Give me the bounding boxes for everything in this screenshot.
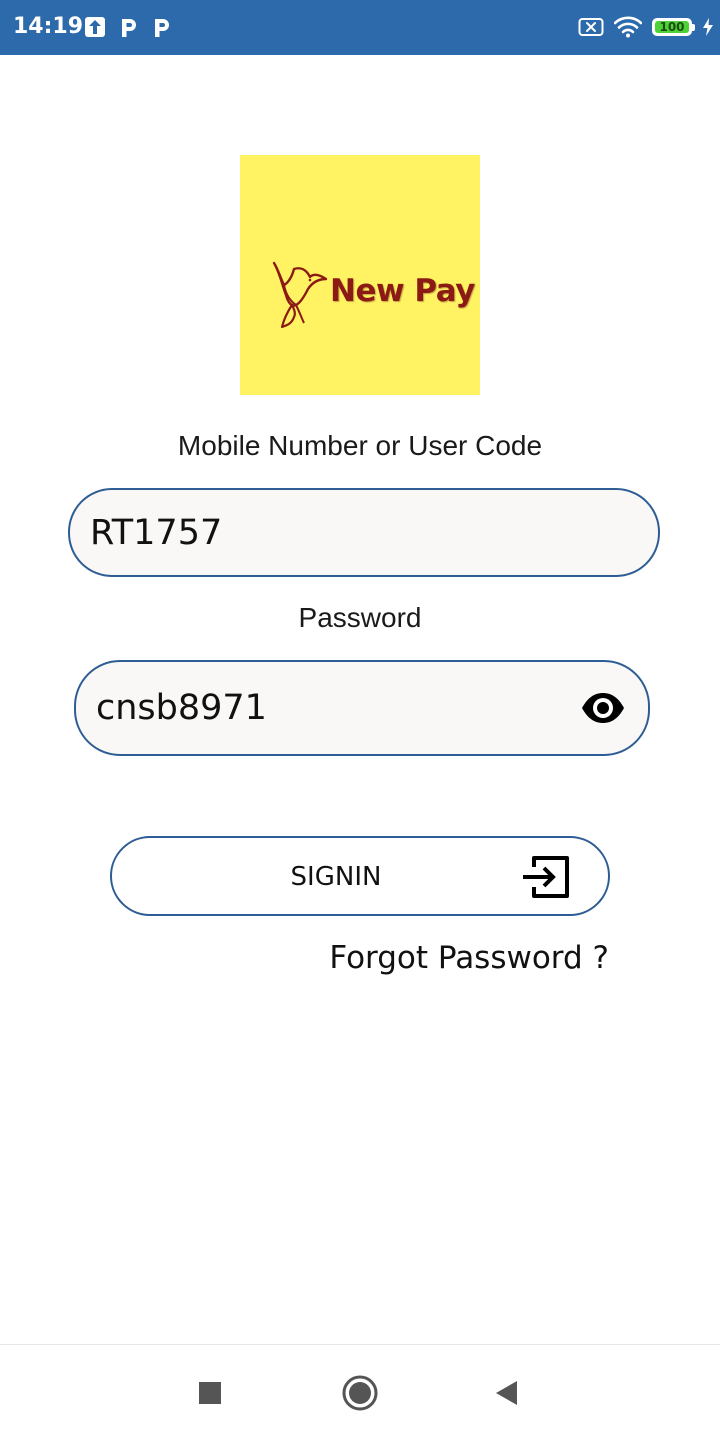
status-left-icons bbox=[84, 15, 185, 39]
bird-icon bbox=[270, 255, 330, 338]
signin-label: SIGNIN bbox=[290, 862, 382, 892]
p-icon bbox=[152, 16, 172, 38]
p-icon bbox=[119, 16, 139, 38]
no-sim-icon bbox=[578, 17, 604, 37]
user-code-label: Mobile Number or User Code bbox=[177, 430, 543, 461]
status-time: 14:19 bbox=[13, 14, 84, 39]
recent-apps-icon[interactable] bbox=[188, 1371, 232, 1415]
upload-icon bbox=[84, 16, 106, 38]
navigation-bar bbox=[0, 1344, 720, 1440]
forgot-password-link[interactable]: Forgot Password ? bbox=[329, 940, 609, 976]
back-icon[interactable] bbox=[484, 1371, 528, 1415]
login-icon bbox=[520, 851, 572, 908]
user-code-input[interactable]: RT1757 bbox=[68, 488, 660, 577]
password-input[interactable]: cnsb8971 bbox=[74, 660, 650, 756]
user-code-value[interactable]: RT1757 bbox=[90, 513, 658, 553]
wifi-icon bbox=[614, 16, 642, 38]
status-right-icons: 100 bbox=[568, 15, 714, 39]
signin-button[interactable]: SIGNIN bbox=[110, 836, 610, 916]
app-logo: New Pay bbox=[240, 155, 480, 395]
home-icon[interactable] bbox=[338, 1371, 382, 1415]
battery-icon: 100 bbox=[652, 18, 695, 36]
battery-level: 100 bbox=[655, 20, 689, 34]
charging-icon bbox=[702, 17, 714, 37]
password-label: Password bbox=[298, 602, 422, 633]
status-bar: 14:19 100 bbox=[0, 0, 720, 55]
logo-text: New Pay bbox=[330, 273, 475, 309]
eye-icon[interactable] bbox=[580, 691, 626, 725]
password-value[interactable]: cnsb8971 bbox=[96, 688, 580, 728]
login-screen: 14:19 100 New Pay Mobile Number or User … bbox=[0, 0, 720, 1440]
